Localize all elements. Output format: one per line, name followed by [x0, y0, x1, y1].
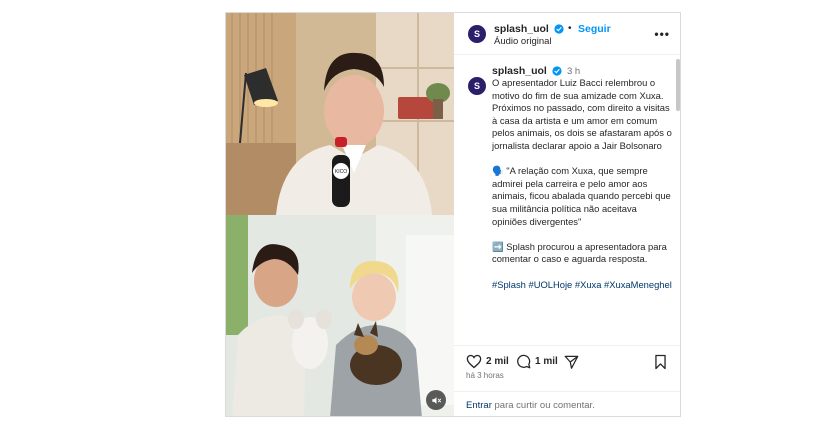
verified-badge-icon	[552, 66, 562, 76]
author-avatar[interactable]: S	[468, 25, 486, 43]
post-header: S splash_uol • Seguir Áudio original •••	[454, 13, 680, 55]
follow-button[interactable]: Seguir	[578, 23, 611, 35]
bookmark-icon[interactable]	[654, 354, 667, 370]
login-link[interactable]: Entrar	[466, 400, 492, 411]
video-still-presenter: KICO	[226, 13, 454, 215]
heart-icon	[466, 354, 482, 369]
verified-badge-icon	[554, 24, 564, 34]
caption-scroll-area[interactable]: S splash_uol 3 h O apresentador Luiz Bac…	[454, 55, 676, 345]
mute-button[interactable]	[426, 390, 446, 410]
caption-paragraph: ➡️ Splash procurou a apresentadora para …	[492, 240, 667, 265]
author-username[interactable]: splash_uol	[494, 23, 549, 35]
presenter-photo: KICO	[226, 13, 454, 215]
couple-photo	[226, 215, 454, 416]
separator-dot: •	[568, 23, 572, 34]
post-time-ago[interactable]: há 3 horas	[466, 371, 504, 380]
caption-quote: 🗣️ "A relação com Xuxa, que sempre admir…	[492, 165, 671, 227]
share-icon[interactable]	[564, 355, 579, 369]
caption-author-avatar[interactable]: S	[468, 77, 486, 95]
audio-label[interactable]: Áudio original	[494, 36, 552, 47]
caption-paragraph: O apresentador Luiz Bacci relembrou o mo…	[492, 77, 672, 151]
more-options-icon[interactable]: •••	[654, 27, 670, 41]
scrollbar-thumb[interactable]	[676, 59, 680, 111]
comment-icon	[517, 354, 531, 369]
like-button[interactable]: 2 mil	[466, 354, 509, 369]
photo-luiz-and-xuxa	[226, 215, 454, 416]
speaker-muted-icon	[431, 396, 441, 404]
caption-time: 3 h	[567, 66, 581, 77]
caption-author-username[interactable]: splash_uol	[492, 65, 547, 77]
caption-text: O apresentador Luiz Bacci relembrou o mo…	[492, 77, 672, 304]
post-side-panel: S splash_uol • Seguir Áudio original •••…	[454, 13, 680, 416]
mic-brand-label: KICO	[335, 169, 347, 175]
post-media[interactable]: KICO	[226, 13, 454, 416]
caption-hashtags[interactable]: #Splash #UOLHoje #Xuxa #XuxaMeneghel	[492, 279, 672, 292]
instagram-post: KICO S splash_uol • Seguir Áudio origina…	[225, 12, 681, 417]
login-prompt-text: para curtir ou comentar.	[491, 400, 595, 411]
comment-button[interactable]: 1 mil	[516, 354, 558, 369]
comment-login-prompt: Entrar para curtir ou comentar.	[466, 400, 595, 411]
comment-login-bar: Entrar para curtir ou comentar.	[454, 391, 680, 416]
like-count: 2 mil	[486, 356, 509, 367]
comment-count: 1 mil	[535, 356, 558, 367]
